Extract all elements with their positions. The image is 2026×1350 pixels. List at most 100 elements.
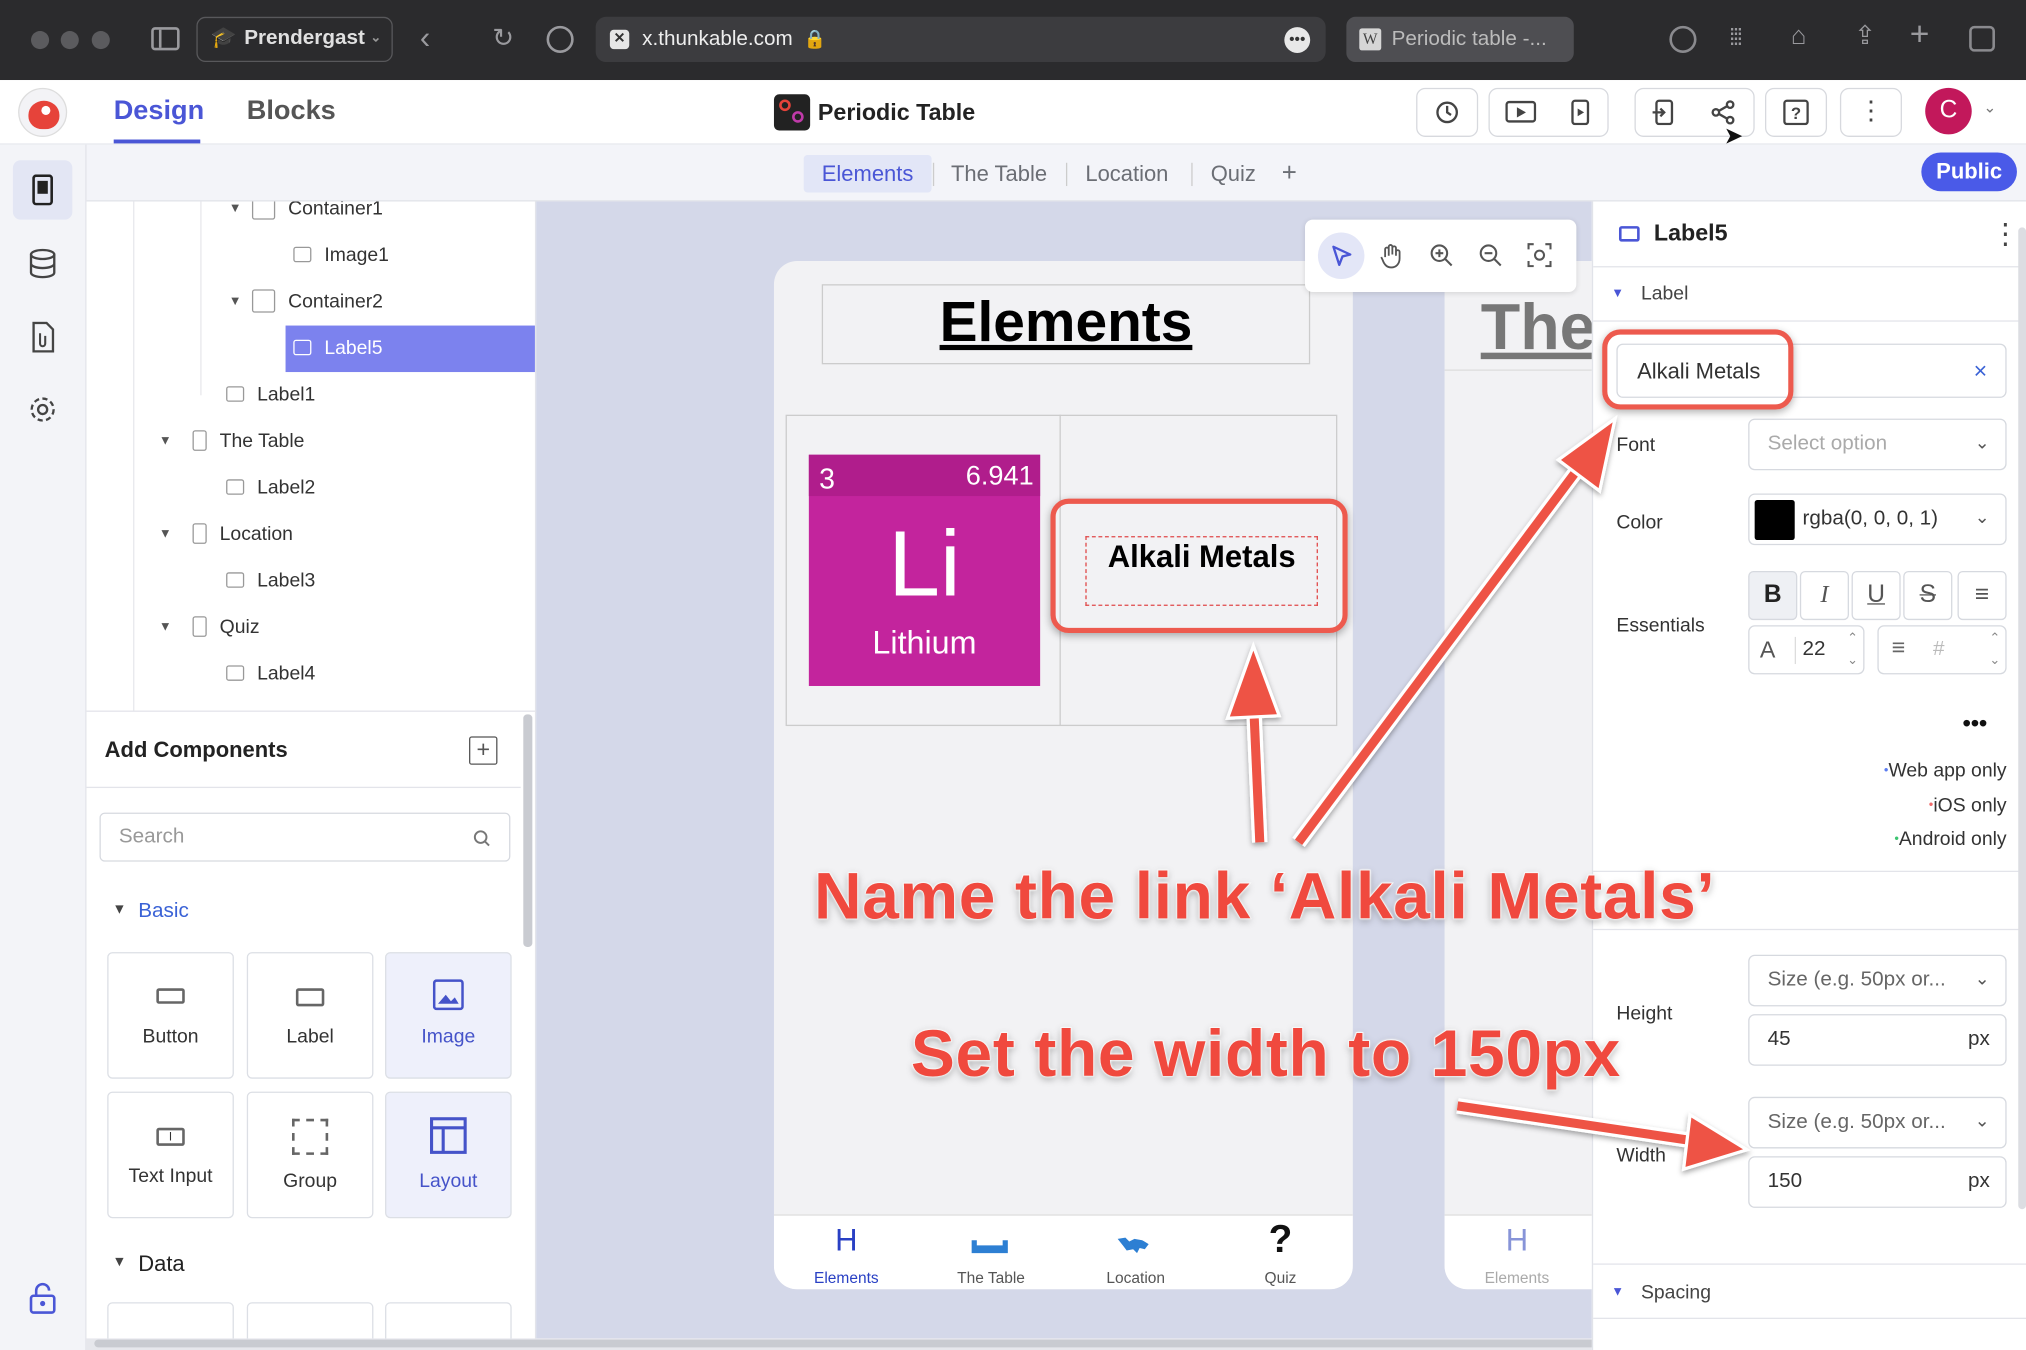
tree-item-container1[interactable]: ▼ Container1 <box>229 201 535 233</box>
component-text-input[interactable]: I Text Input <box>107 1091 234 1219</box>
italic-button[interactable]: I <box>1799 571 1849 621</box>
grid-icon[interactable]: ⁞⁞⁞ <box>1729 25 1743 51</box>
underline-button[interactable]: U <box>1851 571 1901 621</box>
window-minimize-button[interactable] <box>60 31 79 50</box>
height-input[interactable]: 45 px <box>1748 1014 2007 1066</box>
section-label[interactable]: Label <box>1641 283 1688 305</box>
back-icon[interactable]: ‹ <box>420 23 430 54</box>
reload-icon[interactable]: ↻ <box>492 26 514 52</box>
stepper-icon[interactable]: ⌃ ⌄ <box>1847 628 1858 672</box>
tree-item-image1[interactable]: Image1 <box>293 233 535 280</box>
version-history-button[interactable] <box>1416 87 1479 137</box>
thunkable-logo[interactable] <box>18 87 68 137</box>
tree-item-the-table[interactable]: ▼ The Table <box>159 419 535 466</box>
screen-tab-elements[interactable]: Elements <box>803 155 932 193</box>
more-options-icon[interactable]: ••• <box>1963 711 1987 738</box>
tree-item-container2[interactable]: ▼ Container2 <box>229 279 535 326</box>
tree-item-label2[interactable]: Label2 <box>226 465 535 512</box>
window-close-button[interactable] <box>31 31 50 50</box>
nav-location-label[interactable]: Location <box>1063 1269 1208 1287</box>
download-icon[interactable] <box>1669 25 1697 53</box>
browser-tab-periodic-table[interactable]: W Periodic table -... <box>1346 16 1574 63</box>
line-height-input[interactable]: ≡ # ⌃ ⌄ <box>1877 625 2007 675</box>
data-caret-icon[interactable]: ▼ <box>112 1254 126 1270</box>
title-label-box[interactable]: Elements <box>821 284 1311 365</box>
bold-button[interactable]: B <box>1748 571 1798 621</box>
database-icon[interactable] <box>27 248 58 279</box>
address-bar[interactable]: ✕ x.thunkable.com 🔒 ••• <box>595 16 1326 63</box>
color-select[interactable]: rgba(0, 0, 0, 1) ⌄ <box>1748 493 2007 546</box>
screen-tab-the-table[interactable]: The Table <box>933 155 1065 192</box>
lock-icon[interactable] <box>28 1282 56 1316</box>
strikethrough-button[interactable]: S <box>1903 571 1953 621</box>
nav-elements-label[interactable]: Elements <box>774 1269 919 1287</box>
width-size-select[interactable]: Size (e.g. 50px or... ⌄ <box>1748 1096 2007 1149</box>
avatar[interactable]: C <box>1925 87 1972 135</box>
zoom-out-icon[interactable] <box>1478 243 1503 268</box>
tab-design[interactable]: Design <box>114 96 204 127</box>
add-screen-button[interactable]: + <box>1264 155 1315 192</box>
nav-elements-label[interactable]: Elements <box>1445 1269 1590 1287</box>
world-map-icon[interactable] <box>1115 1235 1154 1256</box>
nav-quiz-label[interactable]: Quiz <box>1208 1269 1353 1287</box>
nav-elements-icon[interactable]: H <box>1445 1223 1590 1259</box>
tab-blocks[interactable]: Blocks <box>247 96 336 127</box>
section-basic[interactable]: Basic <box>138 900 189 923</box>
nav-elements-icon[interactable]: H <box>774 1223 919 1259</box>
sidebar-toggle-icon[interactable] <box>151 27 180 51</box>
label-section-caret-icon[interactable]: ▼ <box>1611 287 1624 301</box>
help-button[interactable]: ? <box>1764 87 1828 137</box>
zoom-in-icon[interactable] <box>1429 243 1454 268</box>
panel-scrollbar[interactable] <box>523 714 533 947</box>
height-size-select[interactable]: Size (e.g. 50px or... ⌄ <box>1748 954 2007 1007</box>
assets-icon[interactable] <box>28 321 56 353</box>
component-button[interactable]: Button <box>107 952 234 1079</box>
component-image[interactable]: Image <box>385 952 512 1079</box>
stepper-icon[interactable]: ⌃ ⌄ <box>1989 628 2000 672</box>
font-select[interactable]: Select option ⌄ <box>1748 418 2007 471</box>
width-input[interactable]: 150 px <box>1748 1156 2007 1208</box>
new-tab-icon[interactable]: + <box>1910 17 1930 51</box>
props-scrollbar[interactable] <box>2018 227 2026 1210</box>
avatar-chevron-icon[interactable]: ⌄ <box>1983 98 1996 116</box>
align-button[interactable]: ≡ <box>1957 571 2007 621</box>
share-icon[interactable]: ⇪ <box>1854 23 1876 49</box>
hand-tool-icon[interactable] <box>1380 243 1403 269</box>
gear-icon[interactable] <box>27 394 58 425</box>
tree-item-location[interactable]: ▼ Location <box>159 512 535 559</box>
spacing-caret-icon[interactable]: ▼ <box>1611 1285 1624 1299</box>
component-label[interactable]: Label <box>246 952 374 1079</box>
section-data[interactable]: Data <box>138 1252 184 1278</box>
fit-screen-icon[interactable] <box>1527 243 1552 268</box>
rail-design-button[interactable] <box>12 160 73 220</box>
component-group[interactable]: Group <box>246 1091 374 1219</box>
tree-item-label1[interactable]: Label1 <box>226 372 535 419</box>
nav-quiz-icon[interactable]: ? <box>1208 1218 1353 1262</box>
section-spacing[interactable]: Spacing <box>1641 1282 1711 1304</box>
home-icon[interactable]: ⌂ <box>1791 23 1807 49</box>
font-size-input[interactable]: A 22 ⌃ ⌄ <box>1748 625 1865 675</box>
preview-buttons[interactable] <box>1488 87 1609 137</box>
add-component-icon[interactable]: + <box>469 736 498 765</box>
tree-item-quiz[interactable]: ▼ Quiz <box>159 605 535 652</box>
profile-button[interactable]: 🎓 Prendergast ⌄ <box>196 16 393 63</box>
nav-the-table-label[interactable]: The Table <box>919 1269 1064 1287</box>
clear-text-icon[interactable]: × <box>1974 358 1988 385</box>
tab-overview-icon[interactable] <box>1969 25 1995 52</box>
screen-tab-location[interactable]: Location <box>1067 155 1186 192</box>
component-search-input[interactable]: Search <box>99 812 511 862</box>
tree-item-label5[interactable]: Label5 <box>285 325 535 373</box>
more-options-icon[interactable]: ••• <box>1284 27 1311 53</box>
component-layout[interactable]: Layout <box>385 1091 512 1219</box>
window-zoom-button[interactable] <box>91 31 110 50</box>
table-icon[interactable] <box>970 1236 1009 1254</box>
component-more-icon[interactable]: ⋮ <box>1991 217 2019 251</box>
lithium-image[interactable]: 3 6.941 Li Lithium <box>808 454 1041 686</box>
tree-item-label3[interactable]: Label3 <box>226 558 535 605</box>
privacy-icon[interactable] <box>546 25 574 53</box>
screen-tab-quiz[interactable]: Quiz <box>1193 155 1274 192</box>
basic-caret-icon[interactable]: ▼ <box>112 902 126 918</box>
tree-item-label4[interactable]: Label4 <box>226 651 535 698</box>
public-button[interactable]: Public <box>1921 152 2017 192</box>
select-tool-button[interactable] <box>1317 232 1365 280</box>
